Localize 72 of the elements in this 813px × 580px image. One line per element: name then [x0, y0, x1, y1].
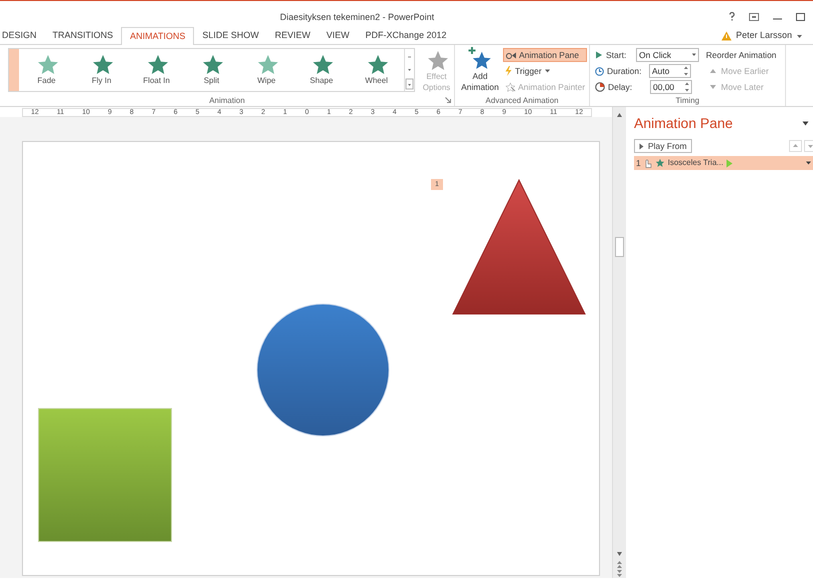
animation-effect[interactable]: Fly In	[74, 49, 129, 91]
section-title: Reorder Animation	[706, 49, 776, 62]
play-from-button[interactable]: Play From	[634, 139, 692, 153]
spin-icon	[682, 65, 690, 77]
ribbon-tab[interactable]: TRANSITIONS	[44, 27, 122, 44]
star-icon	[426, 49, 448, 71]
caret-icon	[544, 69, 550, 73]
caret-icon[interactable]	[802, 121, 809, 126]
painter-icon	[505, 82, 516, 92]
delay-field[interactable]: 00,00	[650, 80, 692, 94]
duration-field[interactable]: Auto	[649, 64, 691, 78]
ribbon-tab[interactable]: VIEW	[318, 27, 358, 44]
ribbon-tab[interactable]: PDF-XChange 2012	[357, 27, 454, 44]
caret-icon[interactable]	[796, 32, 803, 39]
field-label: Delay:	[608, 80, 634, 94]
clock-icon	[595, 66, 604, 76]
user-name[interactable]: Peter Larsson	[736, 29, 792, 42]
animation-pane-button[interactable]: Animation Pane	[503, 48, 588, 62]
animation-effect[interactable]: Shape	[294, 49, 349, 91]
star-icon	[200, 53, 222, 75]
animation-effect[interactable]: Split	[184, 49, 239, 91]
star-icon	[310, 53, 332, 75]
pane-icon	[506, 50, 517, 60]
field-label: Duration:	[607, 64, 641, 78]
animation-effect[interactable]: Wheel	[349, 49, 404, 91]
add-animation-button[interactable]: Add Animation	[457, 45, 503, 95]
star-icon	[256, 53, 278, 75]
move-down-icon[interactable]	[804, 140, 813, 152]
caret-icon	[690, 52, 698, 58]
ribbon-tab[interactable]: ANIMATIONS	[121, 27, 194, 45]
add-star-icon	[468, 47, 492, 71]
star-icon	[654, 158, 665, 168]
field-label: Start:	[606, 48, 628, 62]
scroll-up-icon[interactable]	[615, 111, 624, 119]
dialog-launcher-icon[interactable]	[445, 97, 451, 103]
maximize-icon[interactable]	[796, 12, 805, 20]
animation-effect[interactable]: Wipe	[239, 49, 294, 91]
ribbon-display-icon[interactable]	[749, 12, 759, 20]
animation-effect[interactable]: Fade	[19, 49, 74, 91]
play-icon	[595, 51, 603, 59]
mouse-click-icon	[644, 158, 652, 168]
trigger-button[interactable]: Trigger	[503, 64, 588, 78]
window-title: Diaesityksen tekeminen2 - PowerPoint	[280, 11, 434, 24]
group-label: Advanced Animation	[484, 95, 560, 106]
ribbon-tab[interactable]: DESIGN	[0, 27, 45, 44]
ribbon-tab[interactable]: REVIEW	[266, 27, 318, 44]
ribbon-tab[interactable]: SLIDE SHOW	[194, 27, 267, 44]
warning-icon	[720, 30, 732, 41]
star-icon	[366, 53, 388, 75]
move-up-icon[interactable]	[789, 140, 802, 152]
star-icon	[36, 53, 58, 75]
animation-list-item[interactable]: 1 Isosceles Tria...	[634, 156, 813, 170]
star-icon	[146, 53, 168, 75]
help-icon[interactable]	[729, 12, 735, 21]
up-arrow-icon	[709, 68, 717, 74]
play-icon	[639, 142, 644, 150]
spin-icon	[683, 81, 691, 93]
start-dropdown[interactable]: On Click	[636, 48, 699, 62]
group-label: Timing	[674, 95, 700, 106]
star-icon	[90, 53, 112, 75]
gallery-more-icon[interactable]	[405, 77, 414, 91]
timer-icon	[595, 82, 605, 92]
play-icon	[726, 158, 734, 168]
down-arrow-icon	[709, 84, 717, 90]
caret-icon	[806, 161, 811, 165]
scroll-down-icon[interactable]	[615, 550, 624, 558]
scroll-thumb[interactable]	[615, 237, 624, 257]
animation-effect[interactable]: Float In	[129, 49, 184, 91]
lightning-icon	[505, 66, 512, 76]
gallery-selection	[9, 49, 19, 91]
pane-title: Animation Pane	[634, 114, 733, 133]
group-label: Animation	[208, 95, 246, 106]
